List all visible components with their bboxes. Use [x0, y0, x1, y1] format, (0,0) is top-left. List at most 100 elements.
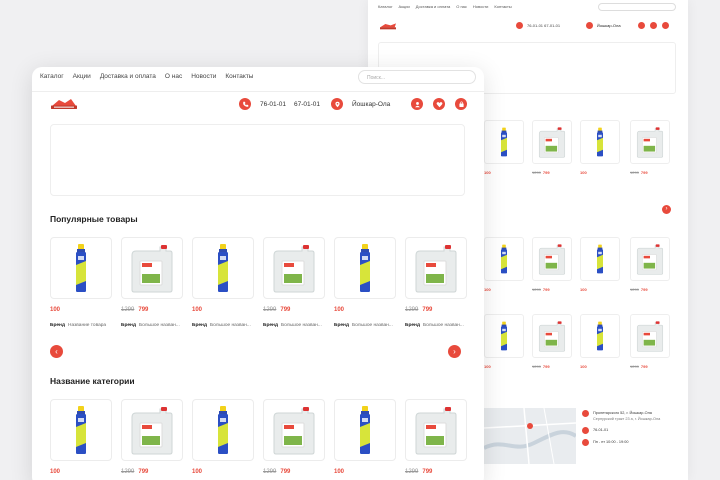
contact-phone[interactable]: 76-01-01: [593, 427, 608, 433]
back-product-card[interactable]: [484, 120, 524, 164]
product-price: 1299 799: [405, 307, 432, 313]
current-price: 100: [192, 469, 203, 475]
nav-item-news[interactable]: Новости: [191, 73, 216, 80]
main-page-preview: Каталог Акции Доставка и оплата О нас Но…: [32, 67, 484, 480]
product-title[interactable]: Бренд Большое назван...: [334, 323, 398, 328]
nav-item-catalog[interactable]: Каталог: [40, 73, 64, 80]
nav-item-about[interactable]: О нас: [165, 73, 182, 80]
product-card[interactable]: [192, 399, 254, 461]
canister-image: [636, 127, 664, 158]
back-nav-item[interactable]: Доставка и оплата: [416, 4, 451, 9]
product-card[interactable]: [263, 399, 325, 461]
back-nav: Каталог Акции Доставка и оплата О нас Но…: [378, 4, 512, 9]
section-title-popular: Популярные товары: [50, 214, 138, 224]
current-price: 799: [138, 307, 149, 313]
product-card[interactable]: [50, 237, 112, 299]
city-selector[interactable]: Йошкар-Ола: [352, 101, 390, 108]
cart-icon[interactable]: [455, 98, 467, 110]
product-card[interactable]: [192, 237, 254, 299]
current-price: 100: [50, 307, 61, 313]
canister-image: [273, 245, 315, 293]
carousel-next-button[interactable]: ›: [448, 345, 461, 358]
back-nav-item[interactable]: Новости: [473, 4, 488, 9]
product-card[interactable]: [263, 237, 325, 299]
back-product-price: 1299 799: [630, 287, 648, 292]
top-nav: Каталог Акции Доставка и оплата О нас Но…: [40, 73, 253, 80]
product-card[interactable]: [50, 399, 112, 461]
nav-item-promotions[interactable]: Акции: [73, 73, 91, 80]
back-nav-item[interactable]: Контакты: [494, 4, 511, 9]
nav-item-delivery[interactable]: Доставка и оплата: [100, 73, 156, 80]
address-sub: Сернурский тракт 23 а, г. Йошкар-Ола: [593, 417, 661, 421]
back-product-card[interactable]: [484, 237, 524, 281]
carousel-prev-button[interactable]: ‹: [50, 345, 63, 358]
back-nav-item[interactable]: Акции: [399, 4, 410, 9]
search-input[interactable]: Поиск...: [358, 70, 476, 84]
nav-item-contacts[interactable]: Контакты: [225, 73, 253, 80]
logo[interactable]: [50, 98, 78, 110]
spray-bottle-image: [218, 406, 228, 454]
product-price: 1299 799: [263, 469, 290, 475]
heart-icon[interactable]: [433, 98, 445, 110]
back-search-input[interactable]: [598, 3, 676, 11]
working-hours: Пн - пт 10:00 - 19:00: [593, 440, 629, 444]
back-product-card[interactable]: [630, 314, 670, 358]
old-price: 1299: [405, 469, 419, 475]
back-product-card[interactable]: [580, 314, 620, 358]
product-title[interactable]: Бренд Большое назван...: [192, 323, 256, 328]
phone-icon: [582, 427, 589, 434]
product-card[interactable]: [405, 399, 467, 461]
back-product-card[interactable]: [580, 120, 620, 164]
back-logo[interactable]: [378, 22, 398, 30]
back-nav-item[interactable]: О нас: [456, 4, 467, 9]
back-nav-item[interactable]: Каталог: [378, 4, 393, 9]
product-price: 100: [50, 307, 60, 313]
back-product-card[interactable]: [532, 314, 572, 358]
back-product-price: 100: [484, 364, 491, 369]
spray-bottle-image: [76, 244, 86, 292]
product-card[interactable]: [405, 237, 467, 299]
back-product-card[interactable]: [630, 237, 670, 281]
product-price: 100: [334, 307, 344, 313]
phone-number-1[interactable]: 76-01-01: [260, 101, 286, 108]
old-price: 1299: [121, 469, 135, 475]
back-product-card[interactable]: [580, 237, 620, 281]
canister-image: [415, 407, 457, 455]
back-city[interactable]: Йошкар-Ола: [586, 22, 621, 29]
promo-banner[interactable]: [50, 124, 465, 196]
back-product-price: 1299 799: [532, 170, 550, 175]
heart-icon[interactable]: [650, 22, 657, 29]
back-product-card[interactable]: [532, 237, 572, 281]
back-product-card[interactable]: [484, 314, 524, 358]
back-product-card[interactable]: [532, 120, 572, 164]
product-card[interactable]: [121, 237, 183, 299]
back-product-card[interactable]: [630, 120, 670, 164]
product-price: 100: [334, 469, 344, 475]
spray-bottle-image: [218, 244, 228, 292]
map[interactable]: [483, 407, 578, 465]
back-phone: 76-01-01 67-01-01: [516, 22, 560, 29]
spray-bottle-image: [597, 244, 603, 274]
product-title[interactable]: Бренд Название товара: [50, 323, 114, 328]
spray-bottle-image: [501, 127, 507, 157]
canister-image: [538, 244, 566, 275]
phone-icon: [516, 22, 523, 29]
location-icon: [331, 98, 343, 110]
spray-bottle-image: [597, 321, 603, 351]
cart-icon[interactable]: [662, 22, 669, 29]
back-product-price: 100: [580, 287, 587, 292]
product-title[interactable]: Бренд Большое назван...: [263, 323, 327, 328]
product-card[interactable]: [121, 399, 183, 461]
current-price: 799: [138, 469, 149, 475]
user-icon[interactable]: [638, 22, 645, 29]
canister-image: [415, 245, 457, 293]
old-price: 1299: [263, 307, 277, 313]
location-icon: [582, 410, 589, 417]
product-card[interactable]: [334, 237, 396, 299]
phone-number-2[interactable]: 67-01-01: [294, 101, 320, 108]
back-carousel-next-button[interactable]: ›: [662, 205, 671, 214]
user-icon[interactable]: [411, 98, 423, 110]
product-title[interactable]: Бренд Большое назван...: [405, 323, 469, 328]
product-card[interactable]: [334, 399, 396, 461]
product-title[interactable]: Бренд Большое назван...: [121, 323, 185, 328]
